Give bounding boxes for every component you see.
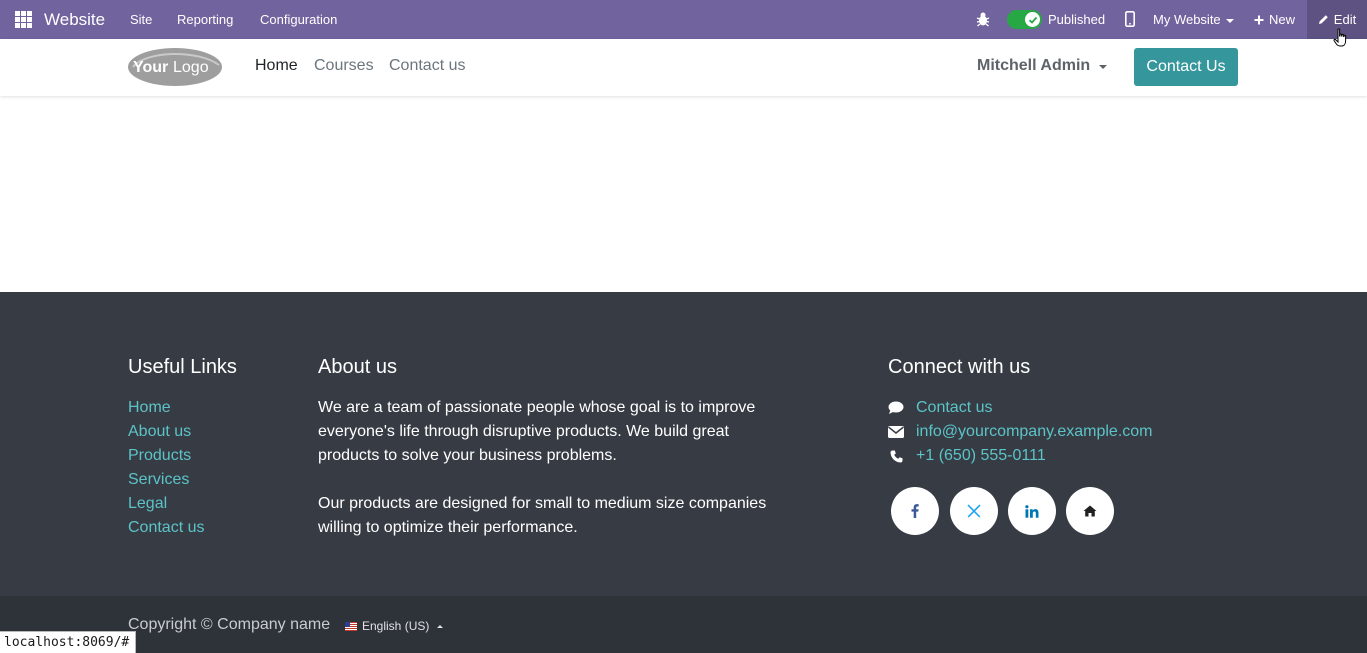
company-logo[interactable]: Your Logo	[127, 47, 223, 87]
check-icon	[1025, 12, 1040, 27]
menu-site[interactable]: Site	[130, 12, 152, 27]
menu-reporting[interactable]: Reporting	[177, 12, 233, 27]
about-us-title: About us	[318, 356, 397, 378]
nav-contact-us[interactable]: Contact us	[389, 57, 465, 75]
footer-link-contact-us[interactable]: Contact us	[128, 516, 204, 540]
about-paragraph-2: Our products are designed for small to m…	[318, 495, 767, 536]
hand-cursor-icon	[1333, 28, 1347, 47]
mobile-preview-icon[interactable]	[1125, 11, 1135, 27]
connect-list: Contact us info@yourcompany.example.com …	[888, 396, 1153, 468]
new-button-label: New	[1269, 12, 1296, 27]
copyright-bar: Copyright © Company name English (US)	[0, 596, 1367, 653]
website-selector[interactable]: My Website	[1153, 12, 1234, 27]
comment-icon	[888, 400, 904, 416]
about-paragraph-1: We are a team of passionate people whose…	[318, 399, 756, 464]
svg-text:Your: Your	[133, 59, 168, 76]
browser-status-url: localhost:8069/#	[0, 631, 137, 653]
menu-configuration[interactable]: Configuration	[260, 12, 337, 27]
caret-up-icon	[437, 624, 444, 628]
nav-courses[interactable]: Courses	[314, 57, 374, 75]
pencil-icon	[1318, 15, 1328, 24]
x-twitter-icon	[967, 504, 981, 518]
connect-phone-label: +1 (650) 555-0111	[916, 447, 1046, 464]
footer-link-services[interactable]: Services	[128, 468, 204, 492]
footer-link-products[interactable]: Products	[128, 444, 204, 468]
new-button[interactable]: New	[1254, 12, 1295, 27]
facebook-icon	[911, 504, 919, 518]
bug-icon[interactable]	[976, 11, 990, 27]
connect-email-label: info@yourcompany.example.com	[916, 423, 1153, 440]
user-name: Mitchell Admin	[977, 57, 1091, 74]
social-home[interactable]	[1066, 487, 1114, 535]
caret-down-icon	[1225, 18, 1234, 23]
connect-contact-us[interactable]: Contact us	[888, 396, 1153, 420]
caret-down-icon	[1099, 65, 1108, 69]
us-flag-icon	[345, 621, 357, 631]
copyright-text: Copyright © Company name	[128, 616, 331, 633]
apps-grid-icon[interactable]	[15, 11, 32, 28]
social-facebook[interactable]	[891, 487, 939, 535]
connect-contact-us-label: Contact us	[916, 399, 993, 416]
user-menu[interactable]: Mitchell Admin	[977, 57, 1108, 75]
social-x-twitter[interactable]	[950, 487, 998, 535]
phone-icon	[888, 448, 904, 464]
site-header: Your Logo Home Courses Contact us Mitche…	[0, 39, 1367, 96]
publish-toggle[interactable]	[1007, 10, 1042, 29]
linkedin-icon	[1025, 504, 1039, 518]
footer: Useful Links Home About us Products Serv…	[0, 292, 1367, 596]
envelope-icon	[888, 424, 904, 440]
footer-link-home[interactable]: Home	[128, 396, 204, 420]
home-icon	[1083, 505, 1097, 517]
about-us-text: We are a team of passionate people whose…	[318, 396, 768, 540]
website-selector-label: My Website	[1153, 12, 1221, 27]
useful-links-list: Home About us Products Services Legal Co…	[128, 396, 204, 540]
connect-phone[interactable]: +1 (650) 555-0111	[888, 444, 1153, 468]
language-selector[interactable]: English (US)	[345, 619, 444, 633]
contact-us-button[interactable]: Contact Us	[1134, 48, 1238, 86]
nav-home[interactable]: Home	[255, 57, 298, 75]
plus-icon	[1254, 15, 1264, 24]
published-label[interactable]: Published	[1048, 12, 1105, 27]
connect-title: Connect with us	[888, 356, 1031, 378]
useful-links-title: Useful Links	[128, 356, 237, 378]
app-brand[interactable]: Website	[44, 10, 105, 30]
admin-navbar: Website Site Reporting Configuration Pub…	[0, 0, 1367, 39]
footer-link-about-us[interactable]: About us	[128, 420, 204, 444]
svg-text:Logo: Logo	[173, 59, 209, 76]
social-linkedin[interactable]	[1008, 487, 1056, 535]
connect-email[interactable]: info@yourcompany.example.com	[888, 420, 1153, 444]
edit-button-label: Edit	[1333, 12, 1357, 27]
footer-link-legal[interactable]: Legal	[128, 492, 204, 516]
language-label: English (US)	[362, 619, 430, 633]
